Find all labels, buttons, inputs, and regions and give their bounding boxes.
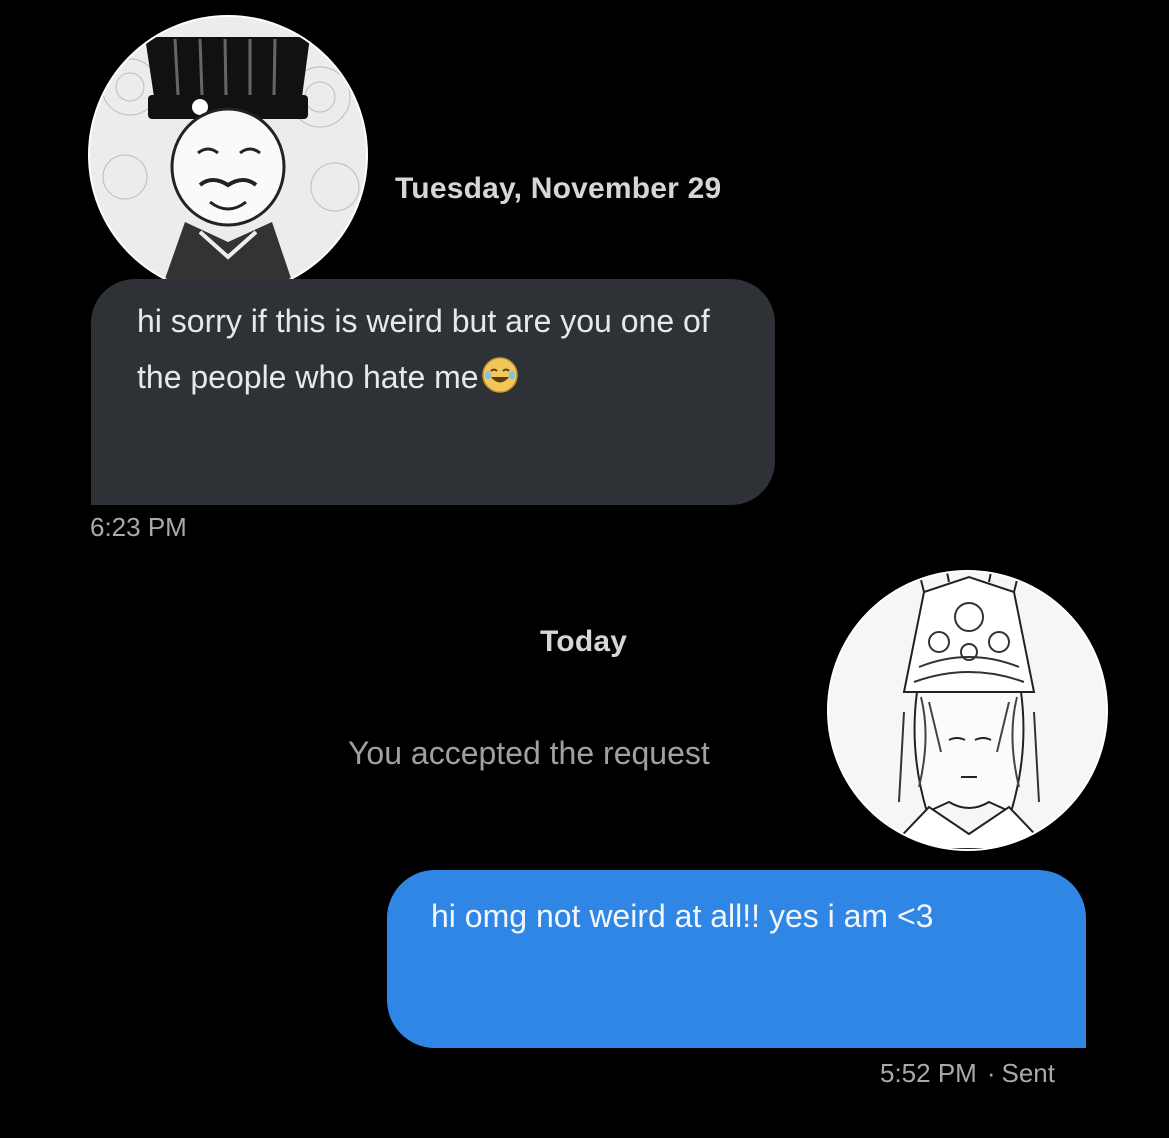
received-message-text: hi sorry if this is weird but are you on… (137, 303, 710, 395)
sent-message-meta: 5:52 PM · Sent (880, 1058, 1055, 1089)
avatar-sender[interactable] (88, 15, 368, 295)
manga-character-crown-icon (829, 572, 1106, 849)
laughing-crying-emoji-icon (481, 355, 519, 393)
date-header-today: Today (540, 625, 628, 658)
request-accepted-note: You accepted the request (348, 735, 710, 771)
sent-message-bubble[interactable]: hi omg not weird at all!! yes i am <3 (387, 870, 1086, 1048)
received-message-bubble[interactable]: hi sorry if this is weird but are you on… (91, 279, 775, 505)
date-header: Tuesday, November 29 (395, 172, 722, 205)
avatar-self[interactable] (827, 570, 1108, 851)
message-timestamp: 6:23 PM (90, 512, 187, 542)
meta-separator: · (986, 1058, 996, 1088)
manga-character-black-hat-icon (90, 17, 366, 293)
sent-message-time: 5:52 PM (880, 1058, 977, 1088)
sent-status: Sent (1001, 1058, 1056, 1088)
sent-message-text: hi omg not weird at all!! yes i am <3 (431, 898, 934, 934)
